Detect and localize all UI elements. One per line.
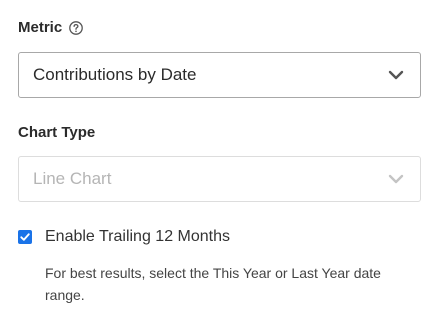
- trailing-12-months-checkbox[interactable]: [18, 230, 32, 244]
- trailing-12-months-row[interactable]: Enable Trailing 12 Months: [18, 228, 230, 246]
- trailing-12-months-label[interactable]: Enable Trailing 12 Months: [45, 228, 230, 246]
- chevron-down-icon: [388, 174, 404, 184]
- question-circle-icon[interactable]: [69, 20, 84, 35]
- metric-label-text: Metric: [18, 19, 63, 36]
- metric-select[interactable]: Contributions by Date: [18, 52, 421, 98]
- chart-type-label: Chart Type: [18, 124, 95, 141]
- chart-type-select: Line Chart: [18, 156, 421, 202]
- trailing-helper-text: For best results, select the This Year o…: [45, 265, 381, 303]
- metric-label: Metric: [18, 19, 84, 36]
- metric-selected-value: Contributions by Date: [33, 65, 197, 84]
- chart-type-selected-value: Line Chart: [33, 169, 112, 188]
- checkmark-icon: [20, 233, 30, 241]
- chevron-down-icon: [388, 70, 404, 80]
- chart-type-label-text: Chart Type: [18, 124, 96, 141]
